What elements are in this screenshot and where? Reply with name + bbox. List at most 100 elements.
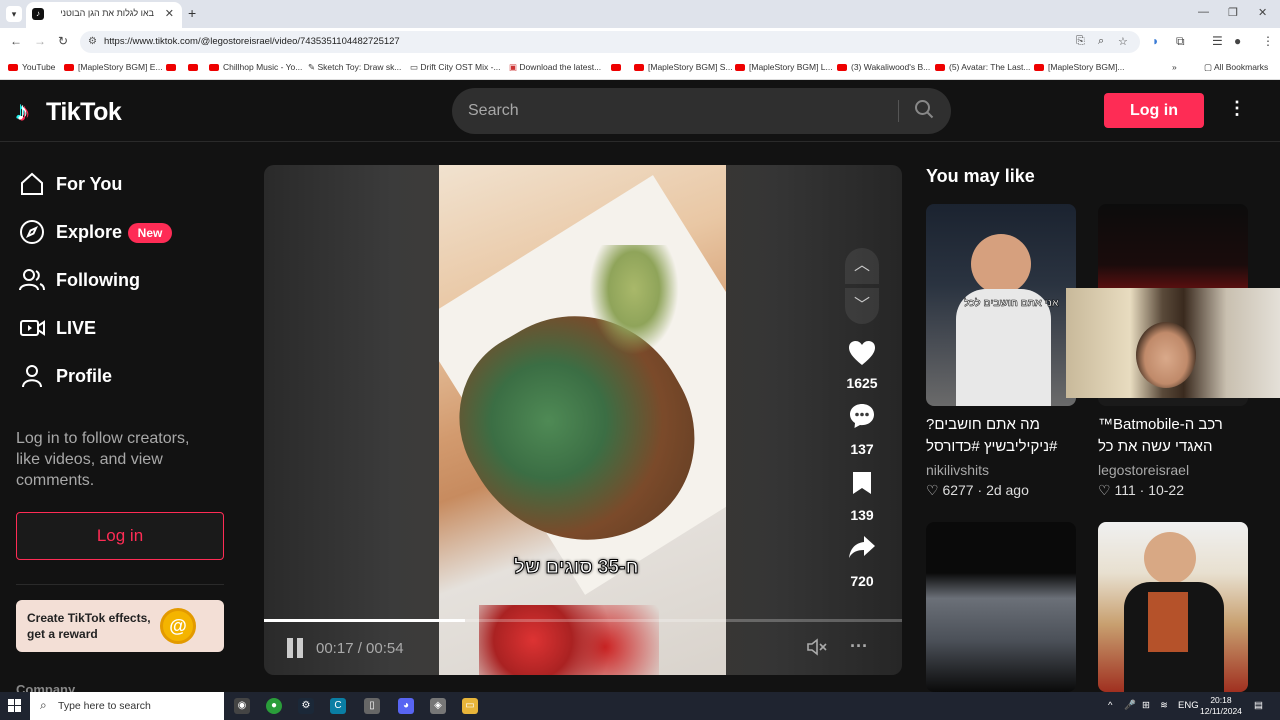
volume-muted-icon[interactable] [806,638,828,661]
chrome-icon[interactable]: ● [266,698,282,714]
app-icon[interactable]: ◈ [430,698,446,714]
recommendation-author[interactable]: legostoreisrael [1098,462,1189,478]
bookmark-item[interactable]: Chillhop Music - Yo... [209,62,302,72]
tiktok-logo-icon[interactable]: ♪ [16,96,29,127]
youtube-icon [735,64,745,71]
sidebar-login-button[interactable]: Log in [16,512,224,560]
app-icon[interactable]: ▯ [364,698,380,714]
bookmark-item[interactable]: ✎ Sketch Toy: Draw sk... [308,62,401,73]
video-progress-bar[interactable] [264,619,902,622]
bookmark-star-icon[interactable]: ☆ [1118,35,1128,48]
video-player[interactable] [264,165,902,675]
network-icon[interactable]: ⊞ [1142,700,1150,711]
all-bookmarks[interactable]: ▢ All Bookmarks [1204,62,1268,73]
search-icon[interactable] [914,99,934,124]
video-scene-flowers [479,605,659,675]
tab-close-icon[interactable]: ✕ [165,7,174,20]
recommendation-likes: 111 [1114,482,1136,498]
video-frame[interactable] [439,165,726,675]
bookmark-item[interactable]: ▭ Drift City OST Mix -... [410,62,501,73]
youtube-icon [166,64,176,71]
recommendation-thumbnail[interactable]: אני אתם חושבים לכל [926,204,1076,406]
bookmark-item[interactable]: [MapleStory BGM]... [1034,62,1125,72]
youtube-icon [837,64,847,71]
dot-separator: · [977,482,987,498]
video-progress-fill [264,619,465,622]
install-app-icon[interactable]: ⎘ [1076,35,1085,48]
wifi-icon[interactable]: ≋ [1160,700,1168,711]
login-button[interactable]: Log in [1104,93,1204,128]
dot-separator: · [1139,482,1149,498]
task-view-icon[interactable]: ◉ [234,698,250,714]
restore-icon[interactable]: ❐ [1228,6,1238,19]
taskbar-search-input[interactable]: ⌕ Type here to search [30,692,224,720]
share-icon[interactable] [847,535,877,563]
taskbar-clock[interactable]: 20:18 12/11/2024 [1200,695,1242,717]
tray-overflow-icon[interactable]: ^ [1108,700,1112,711]
effects-promo-text: Create TikTok effects, get a reward [27,611,151,641]
bookmark-item[interactable] [166,62,180,72]
clock-date: 12/11/2024 [1200,706,1242,716]
youtube-icon [1034,64,1044,71]
pause-icon[interactable] [287,638,305,658]
language-indicator[interactable]: ENG [1178,700,1199,711]
extensions-puzzle-icon[interactable]: ⧉ [1176,34,1185,49]
video-caption: ח-35 סוגים של [514,557,640,579]
effects-promo-banner[interactable]: Create TikTok effects, get a reward @ [16,600,224,652]
url-field[interactable]: ⚙ https://www.tiktok.com/@legostoreisrae… [80,31,1140,53]
app-icon[interactable]: C [330,698,346,714]
bookmark-item[interactable]: [MapleStory BGM] E... [64,62,163,72]
bookmark-icon[interactable] [847,470,877,498]
bookmark-item[interactable]: (3) Wakaliwood's B... [837,62,930,72]
comment-icon[interactable] [847,402,877,430]
sidebar-item-label: Following [56,270,140,290]
steam-icon[interactable]: ⚙ [298,698,314,714]
search-input[interactable]: Search [452,88,951,134]
bookmark-item[interactable] [611,62,625,72]
recommendation-stats: ♡ 111 · 10-22 [1098,482,1184,499]
minimize-icon[interactable]: — [1198,6,1209,18]
notification-icon[interactable]: ▤ [1254,700,1263,711]
extension-icon[interactable]: ◗ [1152,34,1159,48]
next-video-icon[interactable]: ﹀ [845,288,879,324]
reload-icon[interactable]: ↻ [58,34,68,48]
site-info-icon[interactable]: ⚙ [88,36,97,47]
more-menu-icon[interactable]: ⋮ [1228,98,1246,119]
bookmark-item[interactable]: (5) Avatar: The Last... [935,62,1030,72]
new-tab-icon[interactable]: + [188,5,196,21]
tab-search-icon[interactable]: ▾ [6,6,22,22]
bookmark-item[interactable]: ▣ Download the latest... [509,62,601,73]
forward-icon[interactable]: → [34,34,46,48]
microphone-icon[interactable]: 🎤 [1124,700,1136,711]
window-close-icon[interactable]: ✕ [1258,6,1267,19]
like-heart-icon[interactable] [847,340,877,368]
file-explorer-icon[interactable]: ▭ [462,698,478,714]
login-prompt-text: Log in to follow creators, like videos, … [16,430,190,489]
bookmark-item[interactable]: [MapleStory BGM] S... [634,62,733,72]
browser-tab[interactable]: ♪ באו לגלות את הגן הבוטני ✕ [26,2,182,28]
tiktok-logo-text[interactable]: TikTok [46,98,122,127]
recommendation-caption[interactable]: מה אתם חושבים? #ניקיליבשיץ #כדורסל [926,414,1084,458]
recommendation-thumbnail[interactable] [1098,522,1248,692]
zoom-icon[interactable]: ⌕ [1098,35,1104,48]
back-icon[interactable]: ← [10,34,22,48]
video-more-icon[interactable]: ··· [850,636,868,657]
discord-icon[interactable]: ◕ [398,698,414,714]
reading-list-icon[interactable]: ☰ [1212,34,1223,48]
recommendation-caption[interactable]: רכב ה-Batmobile™ האגדי עשה את כל הדרך... [1098,414,1258,458]
previous-video-icon[interactable]: ︿ [845,248,879,284]
compass-icon [20,220,44,244]
windows-start-icon[interactable] [8,699,22,713]
search-placeholder[interactable]: Search [468,102,519,120]
comment-count: 137 [850,441,874,457]
recommendation-author[interactable]: nikilivshits [926,462,989,478]
browser-menu-icon[interactable]: ⋮ [1262,34,1274,48]
recommendation-thumbnail[interactable] [926,522,1076,692]
avatar[interactable]: ● [1234,34,1241,48]
thumbnail-overlay-text: אני אתם חושבים לכל [964,298,1059,310]
bookmark-item[interactable]: [MapleStory BGM] L... [735,62,833,72]
bookmark-item[interactable]: YouTube [8,62,55,72]
bookmark-item[interactable] [188,62,202,72]
bookmarks-overflow-icon[interactable]: » [1172,62,1177,72]
url-text[interactable]: https://www.tiktok.com/@legostoreisrael/… [104,36,400,47]
